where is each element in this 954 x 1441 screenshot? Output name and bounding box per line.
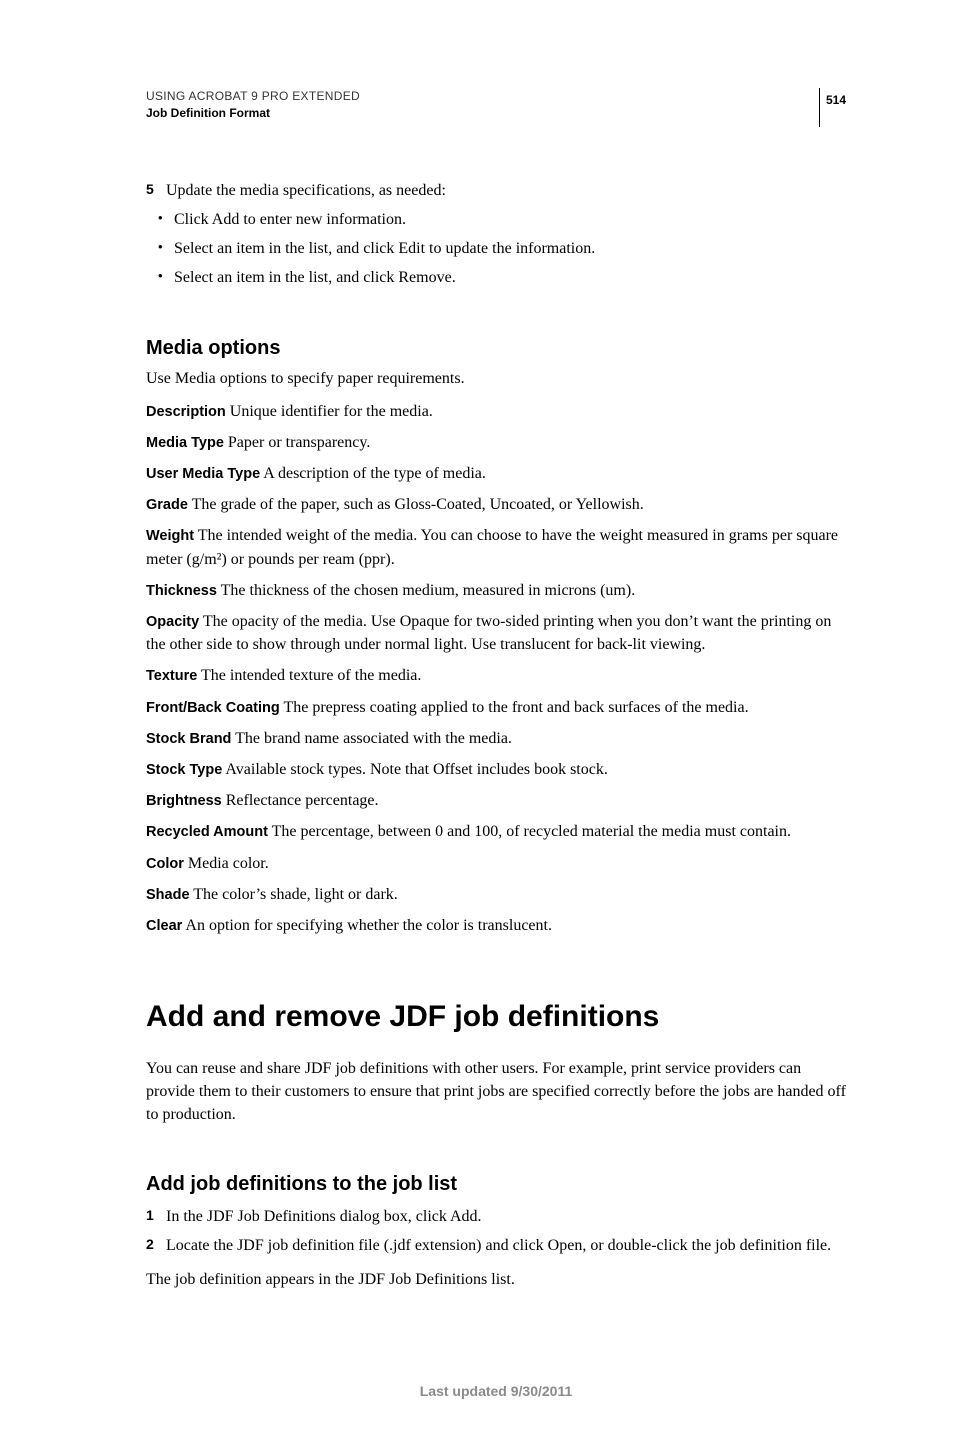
term-label: Stock Type (146, 762, 222, 778)
term-label: Clear (146, 918, 182, 934)
term-body: The opacity of the media. Use Opaque for… (146, 613, 831, 653)
bullet-text: Select an item in the list, and click Re… (174, 266, 846, 289)
term-body: The percentage, between 0 and 100, of re… (268, 823, 791, 840)
term-label: Grade (146, 497, 188, 513)
definition-term: Stock Type Available stock types. Note t… (146, 758, 846, 781)
ordered-step: 2Locate the JDF job definition file (.jd… (146, 1234, 846, 1257)
term-body: The color’s shade, light or dark. (190, 886, 398, 903)
step-number: 2 (146, 1234, 166, 1257)
bullet-item: • Select an item in the list, and click … (146, 266, 846, 289)
term-label: Weight (146, 528, 194, 544)
term-body: The brand name associated with the media… (231, 730, 512, 747)
after-steps-text: The job definition appears in the JDF Jo… (146, 1268, 846, 1291)
term-label: Description (146, 404, 226, 420)
term-body: The thickness of the chosen medium, meas… (217, 582, 635, 599)
definition-term: Color Media color. (146, 852, 846, 875)
term-label: Recycled Amount (146, 824, 268, 840)
definition-term: Stock Brand The brand name associated wi… (146, 727, 846, 750)
definition-term: Recycled Amount The percentage, between … (146, 820, 846, 843)
bullet-item: • Click Add to enter new information. (146, 208, 846, 231)
term-body: Media color. (184, 855, 269, 872)
term-body: A description of the type of media. (260, 465, 486, 482)
step-text: Locate the JDF job definition file (.jdf… (166, 1234, 831, 1257)
running-header-section: Job Definition Format (146, 105, 846, 122)
term-body: Reflectance percentage. (222, 792, 379, 809)
step-number: 5 (146, 179, 166, 202)
bullet-text: Click Add to enter new information. (174, 208, 846, 231)
step-text: In the JDF Job Definitions dialog box, c… (166, 1205, 482, 1228)
term-label: Brightness (146, 793, 222, 809)
definition-term: Media Type Paper or transparency. (146, 431, 846, 454)
term-label: Shade (146, 887, 190, 903)
bullet-icon: • (158, 266, 174, 289)
definition-term: Grade The grade of the paper, such as Gl… (146, 493, 846, 516)
ordered-step: 1In the JDF Job Definitions dialog box, … (146, 1205, 846, 1228)
step-5: 5 Update the media specifications, as ne… (146, 179, 846, 202)
step-text: Update the media specifications, as need… (166, 179, 846, 202)
running-header-product: USING ACROBAT 9 PRO EXTENDED (146, 88, 846, 105)
term-body: The grade of the paper, such as Gloss-Co… (188, 496, 644, 513)
definition-term: Front/Back Coating The prepress coating … (146, 696, 846, 719)
heading-add-remove: Add and remove JDF job definitions (146, 995, 846, 1039)
page-number: 514 (819, 88, 846, 127)
term-label: User Media Type (146, 466, 260, 482)
definition-term: Brightness Reflectance percentage. (146, 789, 846, 812)
intro-paragraph: You can reuse and share JDF job definiti… (146, 1057, 846, 1127)
definition-term: Opacity The opacity of the media. Use Op… (146, 610, 846, 656)
definition-term: Shade The color’s shade, light or dark. (146, 883, 846, 906)
term-label: Opacity (146, 614, 199, 630)
term-body: An option for specifying whether the col… (182, 917, 552, 934)
term-body: The prepress coating applied to the fron… (280, 699, 749, 716)
term-label: Thickness (146, 583, 217, 599)
heading-media-options: Media options (146, 334, 846, 363)
term-body: The intended weight of the media. You ca… (146, 527, 838, 567)
term-label: Media Type (146, 435, 224, 451)
bullet-text: Select an item in the list, and click Ed… (174, 237, 846, 260)
term-label: Color (146, 856, 184, 872)
definition-term: Thickness The thickness of the chosen me… (146, 579, 846, 602)
term-body: Unique identifier for the media. (226, 403, 433, 420)
definition-term: User Media Type A description of the typ… (146, 462, 846, 485)
term-body: The intended texture of the media. (197, 667, 421, 684)
term-label: Front/Back Coating (146, 700, 280, 716)
definition-term: Description Unique identifier for the me… (146, 400, 846, 423)
intro-paragraph: Use Media options to specify paper requi… (146, 367, 846, 390)
heading-add-job: Add job definitions to the job list (146, 1170, 846, 1199)
bullet-icon: • (158, 237, 174, 260)
term-label: Stock Brand (146, 731, 231, 747)
definition-term: Texture The intended texture of the medi… (146, 664, 846, 687)
step-number: 1 (146, 1205, 166, 1228)
term-label: Texture (146, 668, 197, 684)
footer-last-updated: Last updated 9/30/2011 (146, 1381, 846, 1401)
definition-term: Weight The intended weight of the media.… (146, 524, 846, 570)
definition-term: Clear An option for specifying whether t… (146, 914, 846, 937)
bullet-item: • Select an item in the list, and click … (146, 237, 846, 260)
bullet-icon: • (158, 208, 174, 231)
term-body: Paper or transparency. (224, 434, 370, 451)
term-body: Available stock types. Note that Offset … (222, 761, 608, 778)
